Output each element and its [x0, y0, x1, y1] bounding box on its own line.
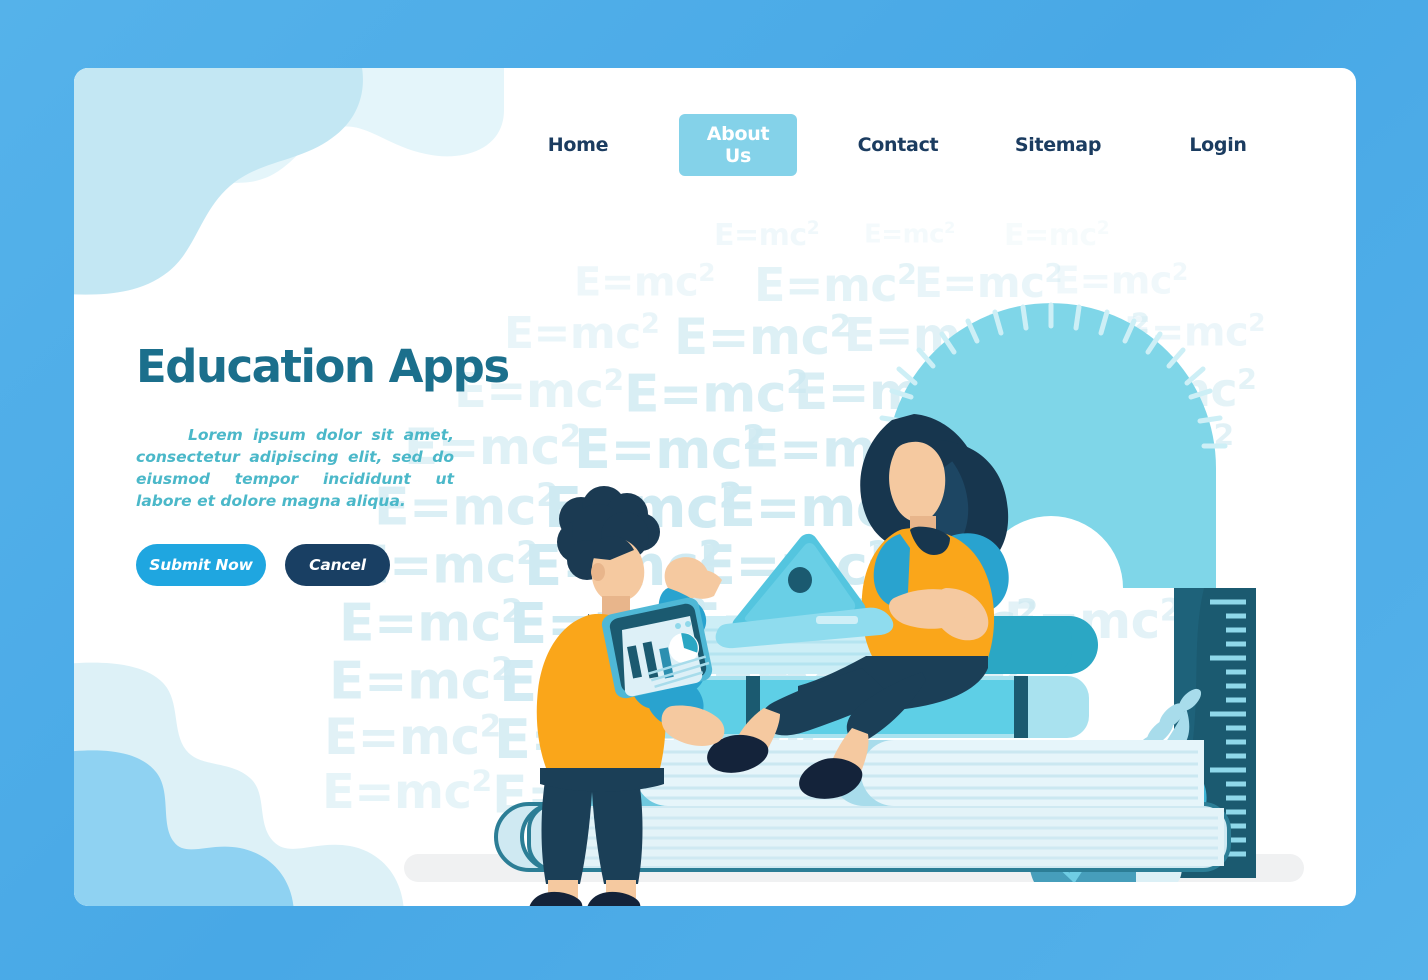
watermark-formula: E=mc2 [674, 650, 866, 713]
book-bottom [494, 802, 1231, 872]
watermark-formula: E=mc2 [844, 308, 1007, 362]
protractor-icon [874, 302, 1228, 588]
watermark-formula: E=mc2 [1004, 592, 1181, 650]
watermark-formula: E=mc2 [914, 258, 1063, 307]
ground-shadow [404, 854, 1304, 882]
main-navigation: Home About Us Contact Sitemap Login [74, 114, 1356, 176]
watermark-formula: E=mc2 [329, 650, 514, 712]
watermark-formula: E=mc2 [524, 534, 723, 599]
watermark-formula: E=mc2 [322, 764, 492, 820]
watermark-formula: E=mc2 [624, 363, 809, 425]
watermark-formula: E=mc2 [744, 418, 929, 480]
watermark-formula: E=mc2 [669, 708, 854, 770]
watermark-formula: E=mc2 [1064, 418, 1234, 474]
landing-page-card: E=mc2 E=mc2 E=mc2 E=mc2 E=mc2 E=mc2 E=mc2 E=mc2… [74, 68, 1356, 906]
seated-student-with-laptop [707, 414, 1009, 799]
watermark-formula: E=mc2 [1039, 476, 1216, 534]
watermark-formula: E=mc2 [1004, 218, 1110, 253]
hero-button-group: Submit Now Cancel [136, 544, 536, 587]
nav-item-about-us[interactable]: About Us [679, 114, 797, 176]
nav-item-contact[interactable]: Contact [818, 125, 978, 165]
watermark-formula: E=mc2 [1054, 258, 1188, 303]
watermark-formula: E=mc2 [494, 708, 686, 771]
book-third [559, 740, 1204, 806]
nav-item-login[interactable]: Login [1138, 125, 1298, 165]
watermark-formula: E=mc2 [954, 363, 1124, 419]
plant-leaf-icon [1119, 688, 1202, 792]
watermark-formula: E=mc2 [1124, 308, 1265, 356]
page-title: Education Apps [136, 340, 510, 393]
watermark-formula: E=mc2 [339, 592, 524, 654]
watermark-formula: E=mc2 [574, 258, 715, 306]
watermark-formula: E=mc2 [574, 418, 766, 481]
watermark-formula: E=mc2 [994, 308, 1150, 359]
watermark-formula: E=mc2 [889, 476, 1074, 538]
book-top [639, 616, 1098, 674]
watermark-formula: E=mc2 [914, 418, 1091, 476]
watermark-formula: E=mc2 [794, 363, 971, 421]
submit-now-button[interactable]: Submit Now [136, 544, 266, 587]
watermark-formula: E=mc2 [492, 764, 677, 826]
watermark-formula: E=mc2 [544, 476, 743, 541]
watermark-formula: E=mc2 [1019, 534, 1196, 592]
watermark-formula: E=mc2 [499, 650, 698, 715]
decorative-blob-top-left-light [74, 68, 504, 197]
watermark-formula: E=mc2 [666, 764, 843, 822]
page-frame: E=mc2 E=mc2 E=mc2 E=mc2 E=mc2 E=mc2 E=mc2 E=mc2… [0, 0, 1428, 980]
watermark-formula: E=mc2 [699, 534, 891, 597]
hero-section: Education Apps Lorem ipsum dolor sit ame… [136, 340, 536, 587]
watermark-formula: E=mc2 [674, 308, 851, 366]
watermark-formula: E=mc2 [324, 708, 501, 766]
nav-item-sitemap[interactable]: Sitemap [978, 125, 1138, 165]
book-second [619, 676, 1089, 738]
decorative-blob-bottom-left [74, 662, 404, 906]
watermark-formula: E=mc2 [854, 592, 1039, 654]
foliage-decoration [1029, 751, 1212, 882]
watermark-formula: E=mc2 [1094, 363, 1257, 417]
hero-description: Lorem ipsum dolor sit amet, consectetur … [136, 426, 454, 511]
cancel-button[interactable]: Cancel [285, 544, 390, 587]
watermark-formula: E=mc2 [754, 258, 917, 312]
tablet-dashboard [601, 597, 713, 699]
ruler-icon [1174, 588, 1256, 878]
watermark-formula: E=mc2 [684, 592, 876, 655]
watermark-formula: E=mc2 [719, 476, 911, 539]
watermark-formula: E=mc2 [844, 650, 1029, 712]
decorative-blob-top-left-mid [74, 68, 363, 295]
nav-item-home[interactable]: Home [498, 125, 658, 165]
watermark-formula: E=mc2 [509, 592, 708, 657]
watermark-formula: E=mc2 [714, 218, 820, 253]
watermark-formula: E=mc2 [864, 218, 955, 250]
watermark-formula: E=mc2 [869, 534, 1054, 596]
